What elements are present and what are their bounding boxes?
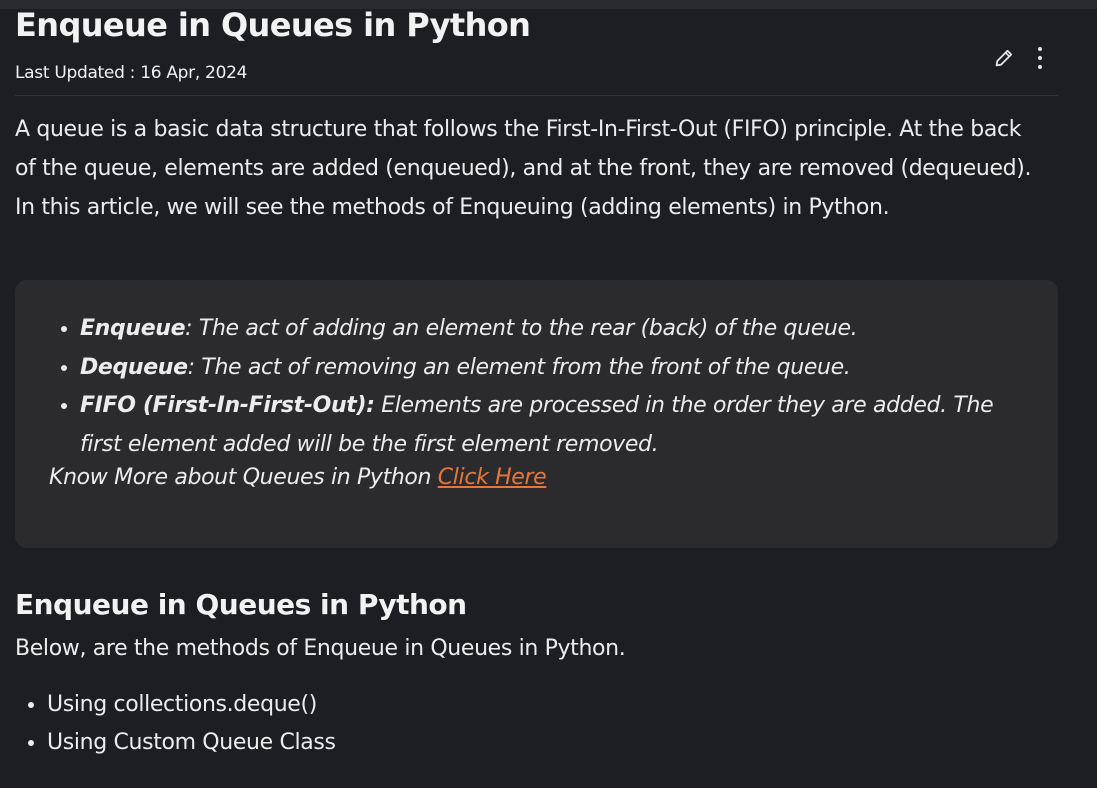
section-subtext: Below, are the methods of Enqueue in Que…: [15, 636, 626, 661]
definition-text: : The act of adding an element to the re…: [185, 316, 858, 341]
article-title: Enqueue in Queues in Python: [15, 6, 531, 44]
know-more-line: Know More about Queues in Python Click H…: [49, 465, 547, 490]
know-more-text: Know More about Queues in Python: [49, 465, 438, 490]
click-here-link[interactable]: Click Here: [438, 465, 547, 490]
kebab-menu-icon-graphic: [1038, 47, 1042, 69]
article-actions: [993, 44, 1051, 72]
definitions-callout: Enqueue: The act of adding an element to…: [15, 280, 1058, 548]
kebab-menu-icon[interactable]: [1029, 44, 1051, 72]
header-divider: [15, 95, 1058, 96]
definition-term: Dequeue: [80, 354, 188, 380]
list-item: FIFO (First-In-First-Out): Elements are …: [80, 387, 1040, 464]
definitions-list: Enqueue: The act of adding an element to…: [49, 310, 1040, 464]
definition-term: FIFO (First-In-First-Out):: [80, 393, 375, 418]
definition-text: : The act of removing an element from th…: [187, 354, 851, 380]
list-item: Using collections.deque(): [47, 686, 336, 724]
pencil-icon[interactable]: [993, 44, 1015, 72]
section-heading: Enqueue in Queues in Python: [15, 588, 467, 621]
methods-list: Using collections.deque() Using Custom Q…: [15, 686, 336, 762]
list-item: Using Custom Queue Class: [47, 724, 336, 762]
definition-term: Enqueue: [80, 316, 186, 341]
last-updated: Last Updated : 16 Apr, 2024: [15, 63, 248, 83]
list-item: Enqueue: The act of adding an element to…: [80, 310, 1040, 349]
list-item: Dequeue: The act of removing an element …: [80, 349, 1040, 388]
intro-paragraph: A queue is a basic data structure that f…: [15, 117, 1032, 220]
pencil-icon-graphic: [995, 49, 1013, 67]
